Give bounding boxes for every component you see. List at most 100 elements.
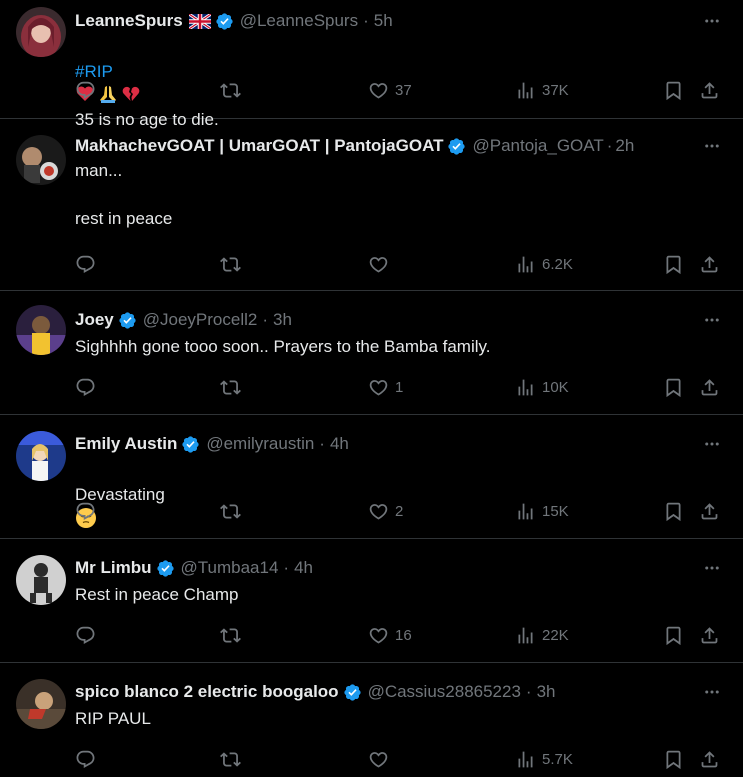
timestamp[interactable]: 4h	[294, 558, 313, 578]
author-name[interactable]: MakhachevGOAT | UmarGOAT | PantojaGOAT	[75, 136, 443, 156]
more-options-icon[interactable]	[701, 135, 723, 157]
repost-button[interactable]	[220, 623, 241, 647]
avatar[interactable]	[16, 555, 66, 605]
avatar[interactable]	[16, 7, 66, 57]
bookmark-button[interactable]	[663, 623, 684, 647]
verified-badge-icon	[447, 137, 466, 156]
views-button[interactable]: 5.7K	[515, 747, 573, 771]
verified-badge-icon	[215, 12, 234, 31]
reply-button[interactable]	[75, 252, 102, 276]
author-handle[interactable]: @emilyraustin	[206, 434, 314, 454]
author-handle[interactable]: @LeanneSpurs	[240, 11, 358, 31]
bookmark-button[interactable]	[663, 375, 684, 399]
view-count: 5.7K	[542, 750, 573, 768]
more-options-icon[interactable]	[701, 433, 723, 455]
tweet-actions: 6.2K	[75, 252, 725, 276]
views-button[interactable]: 22K	[515, 623, 569, 647]
author-name[interactable]: spico blanco 2 electric boogaloo	[75, 682, 339, 702]
view-count: 6.2K	[542, 255, 573, 273]
reply-icon	[76, 378, 95, 396]
reply-button[interactable]	[75, 623, 102, 647]
like-button[interactable]	[368, 747, 395, 771]
bookmark-icon	[666, 255, 681, 274]
repost-button[interactable]	[220, 499, 241, 523]
bookmark-button[interactable]	[663, 252, 684, 276]
share-button[interactable]	[699, 499, 720, 523]
tweet[interactable]: LeanneSpurs @LeanneSpurs · 5h #RIP 35 is…	[0, 0, 743, 129]
views-button[interactable]: 37K	[515, 78, 569, 102]
bookmark-icon	[666, 378, 681, 397]
avatar[interactable]	[16, 679, 66, 729]
avatar[interactable]	[16, 135, 66, 185]
verified-badge-icon	[156, 559, 175, 578]
share-button[interactable]	[699, 78, 720, 102]
tweet[interactable]: Joey @JoeyProcell2 · 3h Sighhhh gone too…	[0, 291, 743, 415]
like-button[interactable]: 2	[368, 499, 403, 523]
uk-flag-icon	[188, 13, 211, 29]
author-name[interactable]: Mr Limbu	[75, 558, 152, 578]
tweet[interactable]: spico blanco 2 electric boogaloo @Cassiu…	[0, 663, 743, 777]
reply-button[interactable]	[75, 78, 102, 102]
views-icon	[518, 256, 533, 272]
reply-icon	[76, 626, 95, 644]
more-options-icon[interactable]	[701, 10, 723, 32]
author-handle[interactable]: @JoeyProcell2	[143, 310, 258, 330]
like-count: 16	[395, 626, 412, 644]
timestamp[interactable]: 2h	[615, 136, 634, 156]
verified-badge-icon	[343, 683, 362, 702]
timestamp[interactable]: 4h	[330, 434, 349, 454]
share-button[interactable]	[699, 375, 720, 399]
timestamp[interactable]: 3h	[537, 682, 556, 702]
tweet[interactable]: MakhachevGOAT | UmarGOAT | PantojaGOAT @…	[0, 119, 743, 291]
views-button[interactable]: 6.2K	[515, 252, 573, 276]
share-button[interactable]	[699, 623, 720, 647]
view-count: 22K	[542, 626, 569, 644]
views-button[interactable]: 15K	[515, 499, 569, 523]
tweet-text: man... rest in peace	[75, 161, 173, 228]
more-options-icon[interactable]	[701, 681, 723, 703]
repost-icon	[220, 256, 241, 272]
like-count: 2	[395, 502, 404, 520]
share-button[interactable]	[699, 747, 720, 771]
like-button[interactable]: 37	[368, 78, 412, 102]
verified-badge-icon	[118, 311, 137, 330]
timestamp[interactable]: 5h	[374, 11, 393, 31]
repost-button[interactable]	[220, 747, 241, 771]
reply-button[interactable]	[75, 375, 102, 399]
reply-button[interactable]	[75, 499, 102, 523]
heart-icon	[369, 751, 388, 768]
tweet-actions: 16 22K	[75, 623, 725, 647]
author-handle[interactable]: @Pantoja_GOAT	[472, 136, 603, 156]
bookmark-button[interactable]	[663, 78, 684, 102]
repost-button[interactable]	[220, 252, 241, 276]
more-options-icon[interactable]	[701, 557, 723, 579]
avatar[interactable]	[16, 431, 66, 481]
tweet[interactable]: Emily Austin @emilyraustin · 4h Devastat…	[0, 415, 743, 539]
separator-dot: ·	[283, 558, 290, 577]
heart-icon	[369, 256, 388, 273]
timestamp[interactable]: 3h	[273, 310, 292, 330]
repost-button[interactable]	[220, 375, 241, 399]
repost-button[interactable]	[220, 78, 241, 102]
reply-icon	[76, 502, 95, 520]
author-handle[interactable]: @Cassius28865223	[368, 682, 521, 702]
reply-button[interactable]	[75, 747, 102, 771]
author-name[interactable]: Joey	[75, 310, 114, 330]
like-button[interactable]: 16	[368, 623, 412, 647]
views-button[interactable]: 10K	[515, 375, 569, 399]
views-icon	[518, 751, 533, 767]
views-icon	[518, 82, 533, 98]
repost-icon	[220, 627, 241, 643]
author-name[interactable]: Emily Austin	[75, 434, 177, 454]
author-name[interactable]: LeanneSpurs	[75, 11, 183, 31]
more-options-icon[interactable]	[701, 309, 723, 331]
bookmark-button[interactable]	[663, 499, 684, 523]
share-icon	[701, 626, 718, 643]
tweet[interactable]: Mr Limbu @Tumbaa14 · 4h Rest in peace Ch…	[0, 539, 743, 663]
author-handle[interactable]: @Tumbaa14	[181, 558, 279, 578]
bookmark-button[interactable]	[663, 747, 684, 771]
share-button[interactable]	[699, 252, 720, 276]
like-button[interactable]: 1	[368, 375, 403, 399]
like-button[interactable]	[368, 252, 395, 276]
avatar[interactable]	[16, 305, 66, 355]
